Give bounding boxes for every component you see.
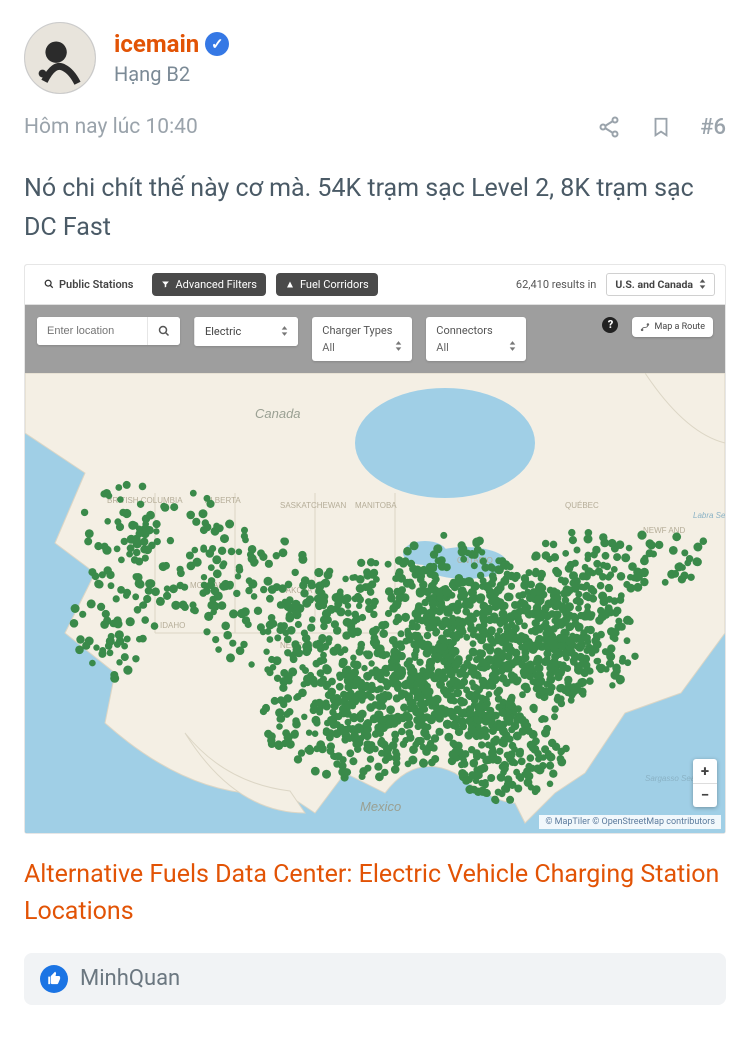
- svg-text:IDAHO: IDAHO: [160, 621, 185, 630]
- svg-text:MANITOBA: MANITOBA: [355, 501, 397, 510]
- verified-badge-icon: [205, 32, 229, 56]
- location-input: [37, 317, 147, 345]
- location-search: [37, 317, 180, 345]
- region-select: U.S. and Canada: [606, 273, 715, 296]
- zoom-in-icon: +: [693, 759, 717, 783]
- embedded-map-image[interactable]: Public Stations Advanced Filters Fuel Co…: [24, 264, 726, 834]
- zoom-out-icon: −: [693, 783, 717, 807]
- username[interactable]: icemain: [114, 30, 199, 58]
- svg-text:Labra Sea: Labra Sea: [693, 511, 725, 520]
- public-stations-button: Public Stations: [35, 273, 142, 296]
- share-icon[interactable]: [596, 114, 622, 140]
- advanced-filters-button: Advanced Filters: [152, 273, 265, 296]
- map-route-button: Map a Route: [632, 317, 713, 337]
- charger-types-select: Charger Types All: [312, 317, 412, 361]
- bookmark-icon[interactable]: [648, 114, 674, 140]
- label-canada: Canada: [255, 406, 301, 421]
- post-number-link[interactable]: #6: [700, 115, 726, 140]
- post-timestamp[interactable]: Hôm nay lúc 10:40: [24, 115, 198, 139]
- svg-text:SASKATCHEWAN: SASKATCHEWAN: [280, 501, 346, 510]
- user-rank: Hạng B2: [114, 62, 726, 86]
- label-mexico: Mexico: [360, 799, 401, 814]
- connectors-select: Connectors All: [426, 317, 526, 361]
- svg-text:QUÉBEC: QUÉBEC: [565, 501, 599, 510]
- like-icon: [40, 965, 68, 993]
- reaction-users: MinhQuan: [80, 966, 180, 991]
- post-body: Nó chi chít thế này cơ mà. 54K trạm sạc …: [24, 170, 726, 248]
- svg-text:Sargasso Sea: Sargasso Sea: [645, 774, 696, 783]
- zoom-control: + −: [693, 759, 717, 807]
- help-icon: ?: [602, 317, 618, 333]
- fuel-corridors-button: Fuel Corridors: [276, 273, 378, 296]
- avatar[interactable]: [24, 22, 96, 94]
- source-link[interactable]: Alternative Fuels Data Center: Electric …: [24, 856, 726, 931]
- results-count: 62,410 results in: [516, 278, 596, 291]
- map-attribution: © MapTiler © OpenStreetMap contributors: [539, 815, 721, 829]
- fuel-type-select: Electric: [194, 317, 298, 346]
- reaction-bar[interactable]: MinhQuan: [24, 953, 726, 1005]
- search-icon: [147, 317, 180, 345]
- map-svg: Canada Mexico BRITISH COLUMBIA ALBERTA S…: [25, 373, 725, 833]
